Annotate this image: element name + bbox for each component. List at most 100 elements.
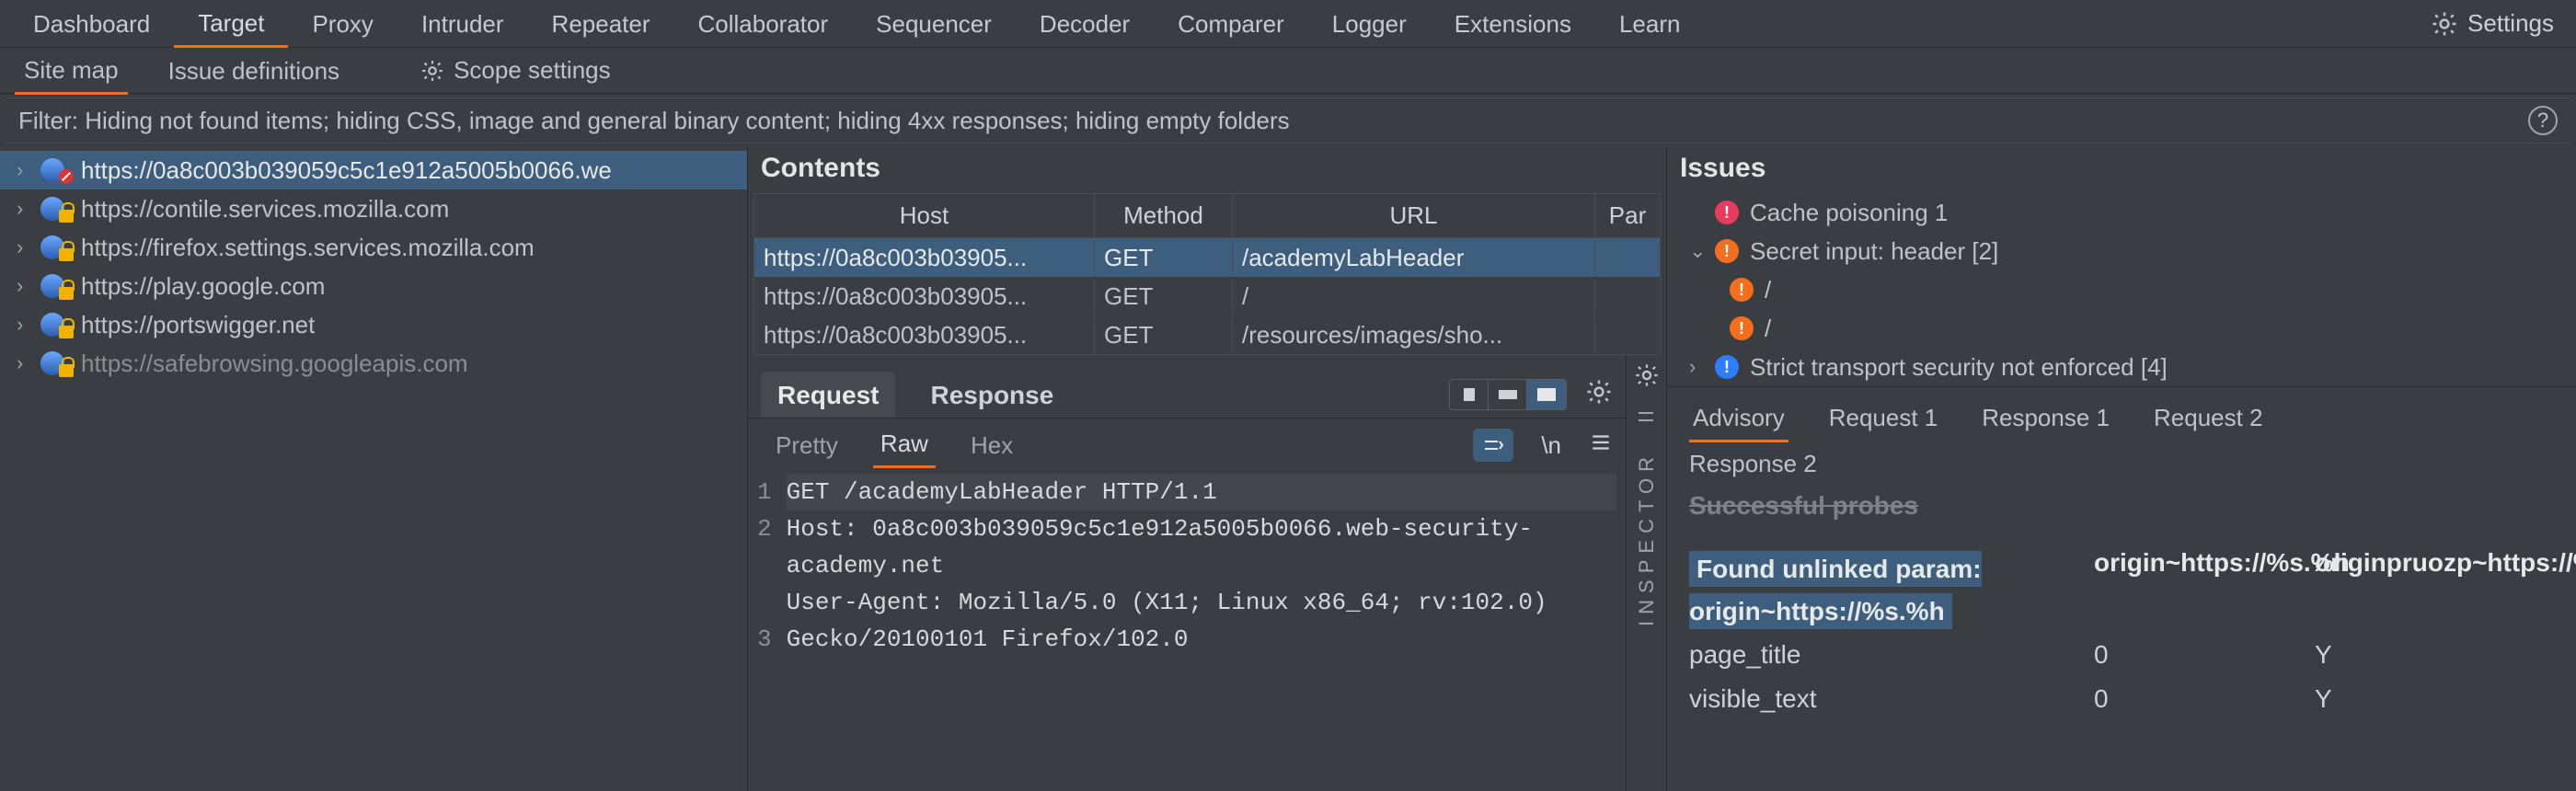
tree-node[interactable]: › https://0a8c003b039059c5c1e912a5005b00… [0,151,747,189]
settings-button[interactable]: Settings [2418,9,2567,38]
tab-target[interactable]: Target [174,0,288,48]
contents-table: Host Method URL Par https://0a8c003b0390… [753,193,1661,355]
probe-cell: visible_text [1689,677,2085,721]
raw-editor[interactable]: 1 2 3 GET /academyLabHeader HTTP/1.1Host… [748,468,1626,658]
site-icon [40,235,72,259]
probe-header: Found unlinked param: origin~https://%s.… [1689,551,1982,629]
probe-header: origin~https://%s.%h [2094,548,2306,633]
tab-comparer[interactable]: Comparer [1154,1,1308,46]
col-method[interactable]: Method [1095,194,1233,237]
expand-icon[interactable]: › [17,158,31,182]
issue-row[interactable]: ! / [1671,309,2572,348]
subtab-issue-defs[interactable]: Issue definitions [159,48,349,93]
tree-label: https://safebrowsing.googleapis.com [81,350,468,378]
probe-cell: 0 [2094,633,2306,677]
issue-row[interactable]: ⌄ ! Secret input: header [2] [1671,232,2572,270]
newline-toggle-icon[interactable]: \n [1541,431,1561,460]
gear-icon [420,59,444,83]
dtab-response2[interactable]: Response 2 [1689,442,1821,486]
issue-row[interactable]: ! Cache poisoning 1 [1671,193,2572,232]
inspector-expand-icon[interactable] [1636,404,1658,432]
view-hex[interactable]: Hex [963,424,1020,467]
subtab-sitemap[interactable]: Site map [15,47,128,95]
tab-learn[interactable]: Learn [1595,1,1705,46]
tree-node[interactable]: › https://safebrowsing.googleapis.com [0,344,747,383]
inspector-settings-icon[interactable] [1634,362,1660,395]
dtab-advisory[interactable]: Advisory [1689,396,1788,442]
tab-request[interactable]: Request [761,372,895,418]
tree-node[interactable]: › https://contile.services.mozilla.com [0,189,747,228]
contents-header[interactable]: Host Method URL Par [754,194,1660,238]
probe-table: Found unlinked param: origin~https://%s.… [1689,548,2554,721]
tab-extensions[interactable]: Extensions [1431,1,1595,46]
tab-repeater[interactable]: Repeater [528,1,674,46]
request-response-bar: Request Response [748,372,1626,418]
tab-sequencer[interactable]: Sequencer [852,1,1016,46]
expand-icon[interactable]: › [1689,355,1704,379]
issue-detail-tabs: Advisory Request 1 Response 1 Request 2 [1667,386,2576,442]
help-icon[interactable]: ? [2528,106,2558,135]
probe-header: originpruozp~https://%s.%h [2315,548,2554,633]
table-row[interactable]: https://0a8c003b03905... GET / [754,277,1660,315]
scope-settings-button[interactable]: Scope settings [420,56,611,85]
tab-proxy[interactable]: Proxy [288,1,397,46]
dtab-request1[interactable]: Request 1 [1825,396,1942,442]
tree-label: https://0a8c003b039059c5c1e912a5005b0066… [81,156,612,185]
severity-medium-icon: ! [1730,316,1754,340]
dtab-response1[interactable]: Response 1 [1978,396,2113,442]
collapse-icon[interactable]: ⌄ [1689,239,1704,263]
tab-dashboard[interactable]: Dashboard [9,1,174,46]
tab-response[interactable]: Response [914,372,1070,418]
probe-cell: Y [2315,633,2554,677]
tab-decoder[interactable]: Decoder [1016,1,1154,46]
issue-row[interactable]: › ! Strict transport security not enforc… [1671,348,2572,386]
tab-logger[interactable]: Logger [1308,1,1431,46]
message-settings-icon[interactable] [1585,378,1613,412]
actions-icon[interactable] [1473,429,1513,462]
table-row[interactable]: https://0a8c003b03905... GET /academyLab… [754,238,1660,277]
site-icon [40,274,72,298]
dtab-request2[interactable]: Request 2 [2150,396,2267,442]
tab-intruder[interactable]: Intruder [397,1,528,46]
severity-high-icon: ! [1715,201,1739,224]
expand-icon[interactable]: › [17,235,31,259]
tree-node[interactable]: › https://play.google.com [0,267,747,305]
inspector-label[interactable]: INSPECTOR [1635,451,1659,626]
col-par[interactable]: Par [1595,194,1660,237]
tree-node[interactable]: › https://portswigger.net [0,305,747,344]
issue-row[interactable]: ! / [1671,270,2572,309]
advisory-content: Successful probes Found unlinked param: … [1667,486,2576,721]
layout-single-icon[interactable] [1527,380,1566,409]
layout-rows-icon[interactable] [1489,380,1527,409]
contents-title: Contents [748,147,1666,193]
expand-icon[interactable]: › [17,351,31,375]
view-pretty[interactable]: Pretty [768,424,845,467]
issue-label: Strict transport security not enforced [… [1750,353,2168,382]
site-icon [40,313,72,337]
tree-node[interactable]: › https://firefox.settings.services.mozi… [0,228,747,267]
expand-icon[interactable]: › [17,313,31,337]
expand-icon[interactable]: › [17,197,31,221]
col-host[interactable]: Host [754,194,1095,237]
scope-label: Scope settings [454,56,611,85]
issue-label: / [1765,276,1771,304]
hamburger-icon[interactable] [1589,430,1613,461]
severity-medium-icon: ! [1730,278,1754,302]
inspector-rail: INSPECTOR [1626,355,1666,791]
layout-columns-icon[interactable] [1450,380,1489,409]
expand-icon[interactable]: › [17,274,31,298]
issues-list: ! Cache poisoning 1 ⌄ ! Secret input: he… [1667,193,2576,386]
tab-collaborator[interactable]: Collaborator [674,1,853,46]
table-row[interactable]: https://0a8c003b03905... GET /resources/… [754,315,1660,354]
sub-tab-bar: Site map Issue definitions Scope setting… [0,48,2576,94]
settings-label: Settings [2467,9,2554,38]
raw-code[interactable]: GET /academyLabHeader HTTP/1.1Host: 0a8c… [787,474,1616,658]
probe-cell: 0 [2094,677,2306,721]
site-icon [40,197,72,221]
issue-label: Secret input: header [2] [1750,237,1998,266]
col-url[interactable]: URL [1233,194,1595,237]
line-gutter: 1 2 3 [757,474,787,658]
view-raw[interactable]: Raw [873,422,936,468]
layout-toggle-group [1449,379,1567,410]
filter-bar[interactable]: Filter: Hiding not found items; hiding C… [6,97,2570,143]
